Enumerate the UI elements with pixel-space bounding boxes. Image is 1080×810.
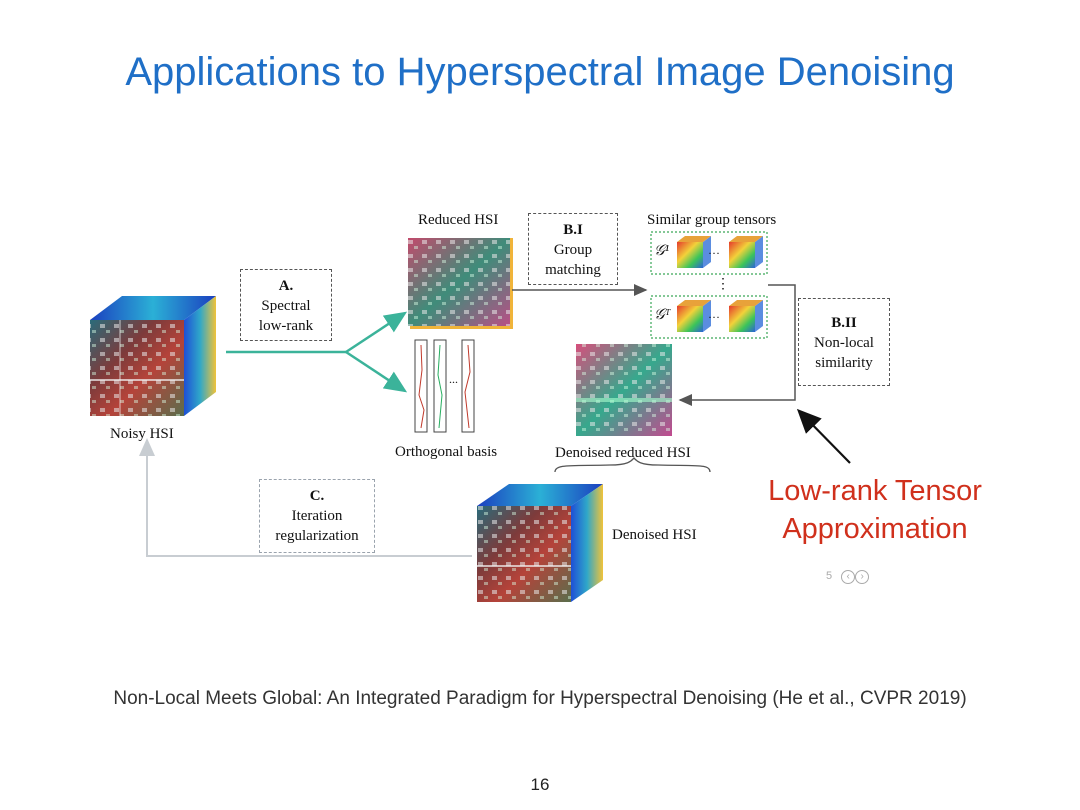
noisy-hsi-label: Noisy HSI [110, 426, 174, 442]
dots-row-1: ··· [708, 246, 720, 260]
orthogonal-basis-label: Orthogonal basis [395, 444, 498, 460]
low-rank-annotation: Low-rank Tensor Approximation [740, 472, 1010, 548]
step-c-box: C. Iteration regularization [259, 479, 375, 553]
step-bi-id: B.I [563, 222, 583, 238]
orthogonal-basis-graphic [414, 339, 475, 433]
reduced-hsi-image [408, 238, 513, 329]
dots-row-t: ··· [708, 310, 720, 324]
basis-dots: ... [449, 372, 458, 386]
denoised-hsi-cube [477, 484, 603, 602]
step-c-line1: Iteration [291, 508, 343, 524]
annotation-line2: Approximation [782, 513, 968, 545]
annotation-line1: Low-rank Tensor [768, 475, 982, 507]
mini-page-number: 5 [826, 570, 833, 582]
citation: Non-Local Meets Global: An Integrated Pa… [113, 688, 967, 709]
similar-group-tensors-label: Similar group tensors [647, 212, 777, 228]
step-bi-line2: matching [545, 262, 601, 278]
step-bii-id: B.II [831, 315, 857, 331]
denoised-reduced-hsi-image [576, 344, 672, 436]
annotation-arrow [796, 408, 851, 464]
step-a-box: A. Spectral low-rank [240, 269, 332, 341]
mini-next-icon[interactable]: › [855, 570, 870, 584]
mini-slide-nav: 5 ‹ › [826, 570, 870, 584]
reduced-hsi-label: Reduced HSI [418, 212, 499, 228]
step-bi-line1: Group [553, 242, 593, 258]
step-bi-box: B.I Group matching [528, 213, 618, 285]
teal-arrow-down [345, 350, 408, 393]
teal-arrow-up [345, 311, 408, 354]
step-a-id: A. [278, 278, 294, 294]
dots-vertical: ⋮ [716, 277, 730, 292]
step-a-line1: Spectral [261, 298, 311, 314]
g1-symbol: 𝒢¹ [654, 243, 670, 259]
gt-symbol: 𝒢ᵀ [654, 307, 671, 323]
denoised-hsi-label: Denoised HSI [612, 527, 697, 543]
step-c-id: C. [309, 488, 325, 504]
denoised-reduced-hsi-label: Denoised reduced HSI [555, 445, 691, 461]
page-number: 16 [530, 775, 550, 794]
step-bii-box: B.II Non-local similarity [798, 298, 890, 386]
step-bii-line2: similarity [815, 355, 873, 371]
noisy-hsi-cube [90, 296, 216, 416]
mini-prev-icon[interactable]: ‹ [841, 570, 856, 584]
step-a-line2: low-rank [258, 318, 314, 334]
step-bii-line1: Non-local [814, 335, 874, 351]
step-c-line2: regularization [275, 528, 359, 544]
